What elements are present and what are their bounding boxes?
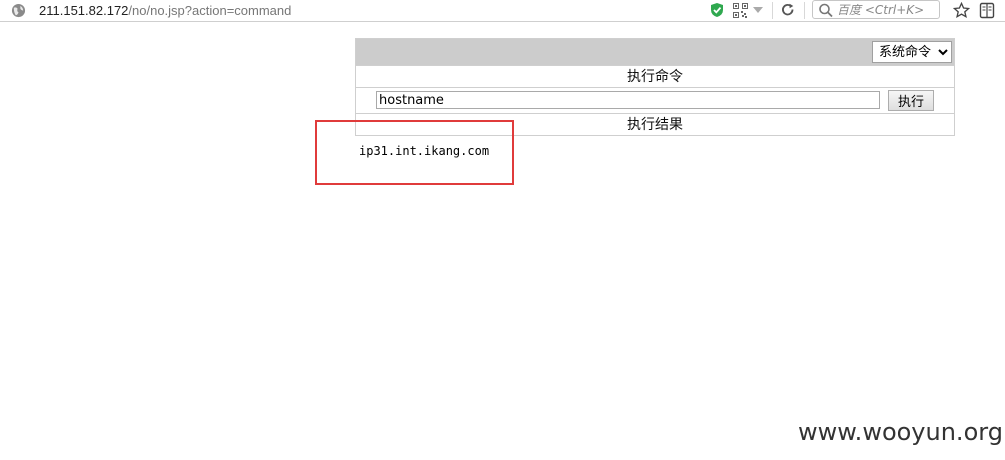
browser-toolbar: 211.151.82.172/no/no.jsp?action=command — [0, 0, 1005, 22]
command-input[interactable] — [376, 91, 880, 109]
search-box[interactable] — [812, 0, 940, 19]
toolbar-divider — [772, 2, 773, 19]
execute-button[interactable]: 执行 — [888, 90, 934, 111]
toolbar-divider — [804, 2, 805, 19]
search-input[interactable] — [837, 2, 937, 17]
bookmark-star-icon[interactable] — [951, 1, 971, 19]
qr-code-icon[interactable] — [731, 1, 749, 19]
globe-icon[interactable] — [11, 3, 26, 18]
highlight-box — [315, 120, 514, 185]
url-host: 211.151.82.172 — [39, 3, 129, 18]
url-path: /no/no.jsp?action=command — [128, 3, 292, 18]
panel-header-bar: 系统命令 — [356, 39, 954, 66]
reload-icon[interactable] — [779, 1, 797, 19]
dropdown-arrow-icon[interactable] — [751, 1, 765, 19]
watermark: www.wooyun.org — [798, 418, 1003, 446]
command-input-row: 执行 — [356, 88, 954, 114]
mode-select[interactable]: 系统命令 — [872, 41, 952, 63]
reading-list-icon[interactable] — [977, 1, 997, 19]
search-icon — [818, 2, 834, 18]
exec-command-title: 执行命令 — [356, 66, 954, 88]
address-bar[interactable]: 211.151.82.172/no/no.jsp?action=command — [39, 3, 291, 18]
shield-icon[interactable] — [708, 1, 726, 19]
